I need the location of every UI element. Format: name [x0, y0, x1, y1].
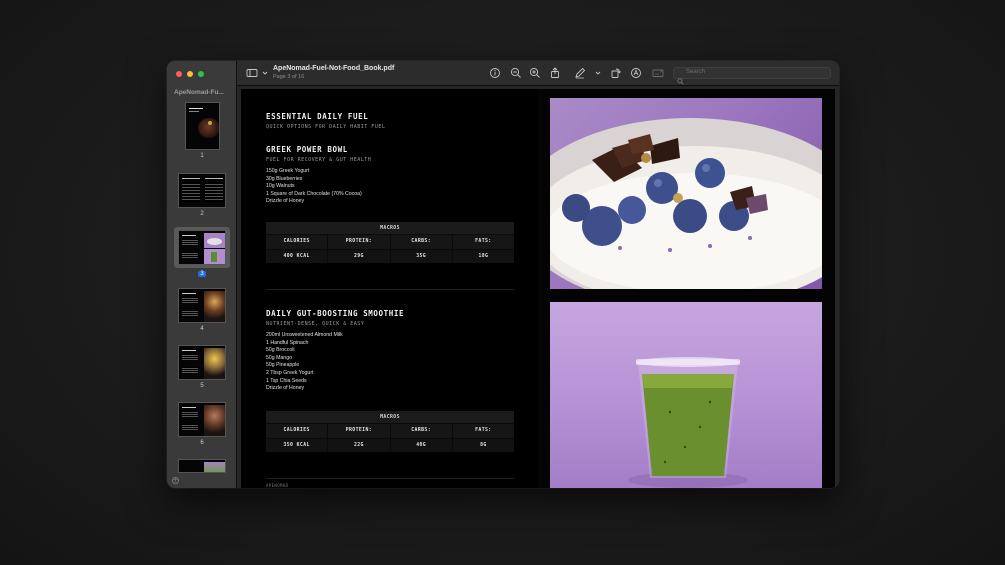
- ingredient-list: 200ml Unsweetened Almond Milk 1 Handful …: [266, 332, 343, 393]
- ingredient-item: 1 Square of Dark Chocolate (70% Cocoa): [266, 190, 362, 197]
- thumbnail-page-3[interactable]: 3: [167, 227, 237, 277]
- ingredient-item: Drizzle of Honey: [266, 385, 305, 392]
- macro-header-cell: PROTEIN:: [328, 424, 391, 438]
- macros-header-row: CALORIES PROTEIN: CARBS: FATS:: [266, 235, 514, 249]
- macro-value-cell: 18G: [478, 254, 489, 259]
- thumbnail-image: [178, 402, 226, 437]
- thumbnail-label: 2: [200, 211, 204, 217]
- macro-header-cell: FATS:: [475, 428, 492, 433]
- thumbnail-sidebar[interactable]: ApeNomad-Fu... 1 2 3 4 5 6 +: [167, 61, 237, 488]
- section-subtitle: QUICK OPTIONS FOR DAILY HABIT FUEL: [266, 124, 386, 130]
- thumbnail-image: [178, 173, 226, 208]
- minimize-button[interactable]: [187, 71, 193, 77]
- recipe-subtitle: NUTRIENT-DENSE, QUICK & EASY: [266, 321, 365, 327]
- section-divider: [266, 289, 514, 290]
- ingredient-item: 10g Walnuts: [266, 183, 295, 190]
- macro-header-cell: CALORIES: [266, 424, 329, 438]
- macro-header-cell: PROTEIN:: [328, 235, 391, 249]
- maximize-button[interactable]: [198, 71, 204, 77]
- document-view[interactable]: ESSENTIAL DAILY FUEL QUICK OPTIONS FOR D…: [237, 86, 839, 488]
- ingredient-item: 50g Mango: [266, 354, 292, 361]
- macro-header-cell: CALORIES: [266, 235, 329, 249]
- share-icon[interactable]: [549, 67, 561, 79]
- thumbnail-image: [178, 288, 226, 323]
- macros-header: MACROS: [266, 222, 514, 235]
- document-title: ApeNomad-Fuel-Not-Food_Book.pdf: [273, 65, 395, 72]
- ingredient-list: 150g Greek Yogurt 30g Blueberries 10g Wa…: [266, 168, 362, 206]
- window-controls: [176, 71, 204, 77]
- pdf-page-right: [538, 89, 835, 488]
- thumbnail-image: [178, 345, 226, 380]
- macro-value-cell: 22G: [328, 439, 391, 452]
- thumbnail-page-7[interactable]: [167, 459, 237, 473]
- macro-header-cell: CARBS:: [391, 235, 453, 249]
- chevron-down-icon[interactable]: [259, 67, 268, 79]
- toolbar: ApeNomad-Fuel-Not-Food_Book.pdf Page 3 o…: [237, 61, 839, 86]
- ingredient-item: 1 Tsp Chia Seeds: [266, 377, 307, 384]
- thumbnail-image: [184, 102, 220, 150]
- info-icon[interactable]: [489, 67, 501, 79]
- thumbnail-image: [178, 459, 226, 473]
- macro-value-cell: 29G: [328, 250, 391, 263]
- thumbnail-page-6[interactable]: 6: [167, 402, 237, 446]
- thumbnail-page-4[interactable]: 4: [167, 288, 237, 332]
- ingredient-item: 150g Greek Yogurt: [266, 168, 310, 174]
- macro-value-cell: 350 KCAL: [266, 439, 329, 452]
- ingredient-item: 200ml Unsweetened Almond Milk: [266, 332, 343, 338]
- thumbnail-page-1[interactable]: 1: [167, 102, 237, 159]
- macro-header-cell: FATS:: [475, 239, 492, 244]
- thumbnail-selection: [174, 227, 230, 268]
- markup-pen-icon[interactable]: [574, 67, 586, 79]
- add-page-icon[interactable]: +: [172, 477, 179, 484]
- ingredient-item: 1 Handful Spinach: [266, 339, 309, 346]
- recipe-title: DAILY GUT-BOOSTING SMOOTHIE: [266, 309, 405, 318]
- macros-header: MACROS: [266, 411, 514, 424]
- annotate-icon[interactable]: [630, 67, 642, 79]
- zoom-out-icon[interactable]: [510, 67, 522, 79]
- pdf-page-left: ESSENTIAL DAILY FUEL QUICK OPTIONS FOR D…: [241, 89, 538, 488]
- macro-value-cell: 40G: [391, 439, 453, 452]
- chevron-down-icon[interactable]: [592, 67, 601, 79]
- thumbnail-label: 4: [200, 326, 204, 332]
- ingredient-item: 2 Tbsp Greek Yogurt: [266, 369, 314, 376]
- macro-header-cell: CARBS:: [391, 424, 453, 438]
- rotate-icon[interactable]: [610, 67, 622, 79]
- ingredient-item: 50g Pineapple: [266, 362, 300, 369]
- form-fill-icon[interactable]: [652, 67, 664, 79]
- recipe-subtitle: FUEL FOR RECOVERY & GUT HEALTH: [266, 157, 372, 163]
- search-placeholder: Search: [686, 69, 706, 75]
- macros-value-row: 350 KCAL 22G 40G 8G: [266, 438, 514, 452]
- sidebar-icon[interactable]: [246, 67, 258, 79]
- section-title: ESSENTIAL DAILY FUEL: [266, 112, 369, 121]
- ingredient-item: 30g Blueberries: [266, 175, 303, 182]
- macros-table: MACROS CALORIES PROTEIN: CARBS: FATS: 35…: [266, 411, 514, 452]
- macro-value-cell: 35G: [391, 250, 453, 263]
- thumbnail-label-selected: 3: [198, 271, 206, 277]
- macros-header-row: CALORIES PROTEIN: CARBS: FATS:: [266, 424, 514, 438]
- macro-value-cell: 400 KCAL: [266, 250, 329, 263]
- close-button[interactable]: [176, 71, 182, 77]
- ingredient-item: Drizzle of Honey: [266, 198, 305, 205]
- thumbnail-label: 6: [200, 440, 204, 446]
- page-footer: APENOMAD: [266, 483, 289, 488]
- macros-value-row: 400 KCAL 29G 35G 18G: [266, 249, 514, 263]
- thumbnail-label: 5: [200, 383, 204, 389]
- zoom-in-icon[interactable]: [529, 67, 541, 79]
- thumbnail-label: 1: [200, 153, 204, 159]
- ingredient-item: 50g Broccoli: [266, 347, 295, 354]
- recipe-title: GREEK POWER BOWL: [266, 145, 348, 154]
- greek-bowl-photo: [550, 98, 822, 289]
- preview-window: ApeNomad-Fu... 1 2 3 4 5 6 + ApeNomad-Fu…: [167, 61, 839, 488]
- thumbnail-page-2[interactable]: 2: [167, 173, 237, 217]
- macro-value-cell: 8G: [480, 443, 487, 448]
- smoothie-photo: [550, 302, 822, 488]
- search-field[interactable]: Search: [673, 67, 831, 85]
- page-status: Page 3 of 16: [273, 74, 305, 80]
- thumbnail-image: [178, 230, 226, 265]
- section-divider: [266, 478, 514, 479]
- macros-table: MACROS CALORIES PROTEIN: CARBS: FATS: 40…: [266, 222, 514, 263]
- search-icon: [677, 70, 684, 85]
- sidebar-title: ApeNomad-Fu...: [174, 89, 224, 96]
- thumbnail-page-5[interactable]: 5: [167, 345, 237, 389]
